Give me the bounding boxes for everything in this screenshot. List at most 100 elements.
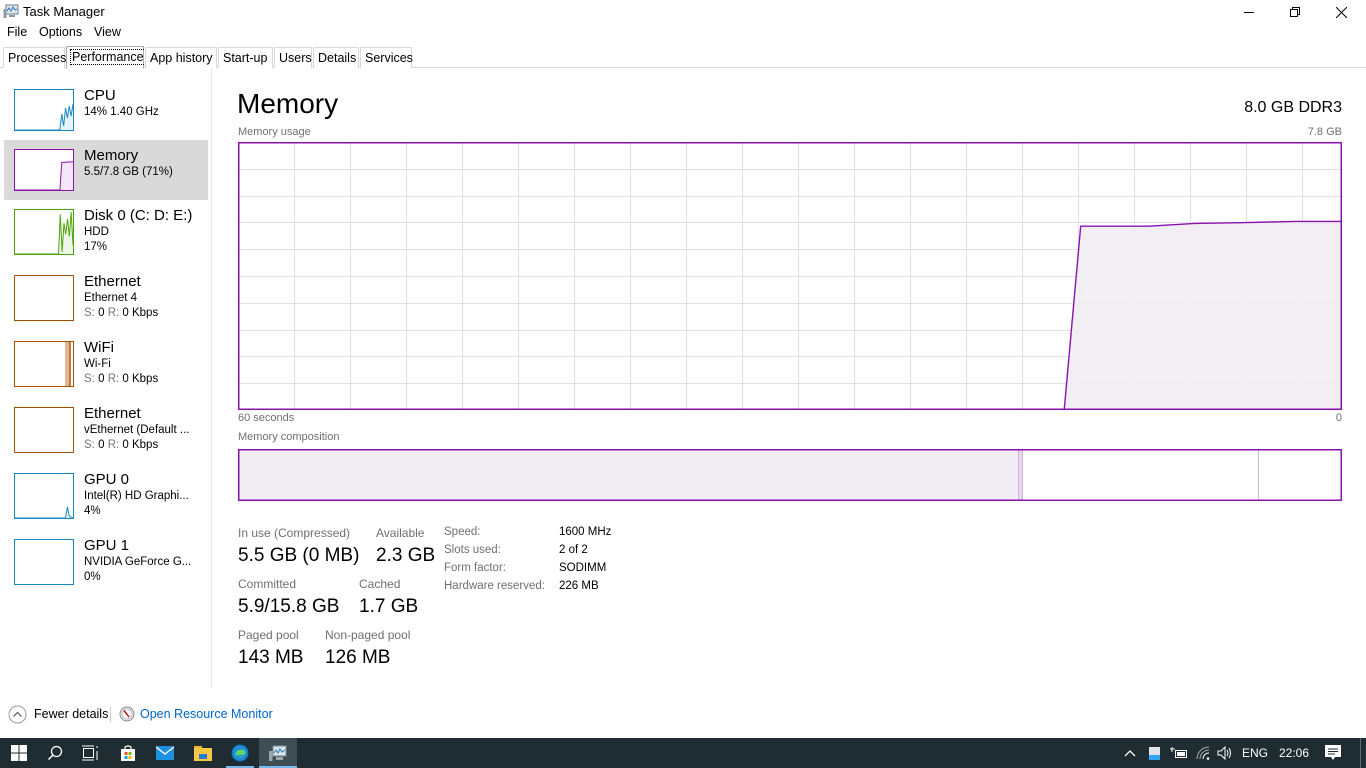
memory-composition-bar — [238, 449, 1342, 501]
sidebar-item-detail: NVIDIA GeForce G... — [84, 556, 192, 568]
sidebar-item-name: Ethernet — [84, 405, 141, 422]
available-value: 2.3 GB — [376, 545, 436, 566]
sidebar-item-detail: 0% — [84, 571, 101, 583]
tab-label: Users — [279, 51, 312, 65]
sidebar-item-gpu-0[interactable]: GPU 0 Intel(R) HD Graphi... 4% — [4, 464, 208, 530]
tab-start-up[interactable]: Start-up — [218, 47, 273, 68]
tab-performance[interactable]: Performance — [66, 46, 146, 69]
show-hidden-icons-button[interactable] — [1120, 738, 1140, 768]
sidebar-item-disk-0[interactable]: Disk 0 (C: D: E:) HDD 17% — [4, 200, 208, 266]
sparkline-line — [15, 506, 73, 518]
store-icon — [121, 745, 135, 761]
battery-button[interactable] — [1168, 738, 1190, 768]
speed-value: 1600 MHz — [559, 526, 612, 538]
tab-bar: Processes Performance App history Start-… — [0, 42, 1366, 69]
thumbnail-sparkline — [15, 161, 73, 190]
memory-composition-svg — [238, 449, 1342, 501]
fewer-details-button[interactable]: Fewer details — [8, 704, 108, 724]
restore-button[interactable] — [1272, 0, 1318, 24]
send-label: S: — [84, 373, 95, 385]
show-desktop-button[interactable] — [1360, 738, 1361, 768]
tab-processes[interactable]: Processes — [3, 47, 67, 68]
in-use-label: In use (Compressed) — [238, 526, 351, 540]
wifi-thumbnail-graph — [14, 341, 74, 387]
sidebar-item-name: WiFi — [84, 339, 114, 356]
start-button[interactable] — [0, 738, 38, 768]
sidebar-item-cpu[interactable]: CPU 14% 1.40 GHz — [4, 80, 208, 140]
footer-divider — [110, 706, 111, 722]
tab-label: App history — [150, 51, 213, 65]
sidebar-item-detail: 17% — [84, 241, 108, 253]
sidebar-item-memory[interactable]: Memory 5.5/7.8 GB (71%) — [4, 140, 208, 200]
tab-details[interactable]: Details — [313, 47, 359, 68]
sidebar-item-detail: Wi-Fi — [84, 358, 111, 370]
file-explorer-button[interactable] — [184, 738, 222, 768]
minimize-button[interactable] — [1226, 0, 1272, 24]
menu-view[interactable]: View — [94, 25, 121, 39]
menu-bar: File Options View — [0, 24, 1366, 42]
time-axis-start-label: 60 seconds — [238, 412, 295, 424]
tray-app-button[interactable] — [1145, 738, 1163, 768]
sidebar-item-vethernet[interactable]: Ethernet vEthernet (Default ... S: 0 R: … — [4, 398, 208, 464]
thumbnail-sparkline — [15, 540, 73, 584]
memory-usage-svg — [238, 142, 1342, 411]
mail-button[interactable] — [146, 738, 184, 768]
sidebar-item-name: GPU 1 — [84, 537, 130, 554]
send-value: 0 — [98, 373, 105, 385]
receive-label: R: — [107, 373, 120, 385]
title-bar: Task Manager — [0, 0, 1366, 24]
sidebar-item-wifi[interactable]: WiFi Wi-Fi S: 0 R: 0 Kbps — [4, 332, 208, 398]
thumbnail-sparkline — [15, 408, 73, 452]
tab-app-history[interactable]: App history — [145, 47, 217, 68]
gpu0-thumbnail-graph — [14, 473, 74, 519]
edge-button[interactable] — [221, 738, 259, 768]
composition-in-use — [238, 449, 1018, 501]
task-manager-taskbar-button[interactable] — [259, 738, 297, 768]
clock[interactable]: 22:06 — [1274, 738, 1314, 768]
usage-area — [1064, 221, 1342, 410]
slots-used-label: Slots used: — [444, 544, 501, 556]
receive-value: 0 Kbps — [122, 439, 159, 451]
slots-used-value: 2 of 2 — [559, 544, 588, 556]
sidebar-item-detail: vEthernet (Default ... — [84, 424, 190, 436]
chevron-up-circle-icon — [8, 705, 27, 723]
sidebar-item-ethernet-4[interactable]: Ethernet Ethernet 4 S: 0 R: 0 Kbps — [4, 266, 208, 332]
committed-value: 5.9/15.8 GB — [238, 596, 340, 617]
close-button[interactable] — [1318, 0, 1364, 24]
window-title: Task Manager — [23, 4, 105, 19]
composition-standby — [1022, 449, 1258, 501]
menu-options[interactable]: Options — [39, 25, 82, 39]
tab-label: Start-up — [223, 51, 268, 65]
speaker-icon — [1217, 746, 1231, 760]
thumbnail-sparkline — [15, 276, 73, 320]
search-button[interactable] — [36, 738, 74, 768]
sidebar-item-name: Disk 0 (C: D: E:) — [84, 207, 193, 224]
memory-usage-label: Memory usage — [238, 126, 311, 138]
tab-services[interactable]: Services — [360, 47, 413, 68]
non-paged-pool-label: Non-paged pool — [325, 628, 411, 642]
tab-label: Processes — [8, 51, 67, 65]
sidebar-item-gpu-1[interactable]: GPU 1 NVIDIA GeForce G... 0% — [4, 530, 208, 596]
thumbnail-sparkline — [15, 103, 73, 130]
receive-value: 0 Kbps — [122, 373, 159, 385]
send-value: 0 — [98, 307, 105, 319]
task-view-icon — [82, 745, 98, 761]
network-button[interactable] — [1193, 738, 1213, 768]
volume-button[interactable] — [1215, 738, 1235, 768]
tab-users[interactable]: Users — [274, 47, 312, 68]
thumbnail-sparkline — [15, 506, 73, 518]
task-view-button[interactable] — [71, 738, 109, 768]
open-resource-monitor-link[interactable]: Open Resource Monitor — [119, 704, 273, 724]
sparkline-area — [15, 161, 73, 190]
send-label: S: — [84, 439, 95, 451]
paged-pool-value: 143 MB — [238, 647, 304, 668]
edge-icon — [231, 744, 249, 762]
input-language-button[interactable]: ENG — [1240, 738, 1270, 768]
ethernet-thumbnail-graph — [14, 275, 74, 321]
resource-monitor-icon — [119, 706, 135, 722]
menu-file[interactable]: File — [7, 25, 27, 39]
memory-composition-label: Memory composition — [238, 431, 340, 443]
form-factor-label: Form factor: — [444, 562, 506, 574]
action-center-button[interactable] — [1320, 738, 1346, 768]
microsoft-store-button[interactable] — [109, 738, 147, 768]
